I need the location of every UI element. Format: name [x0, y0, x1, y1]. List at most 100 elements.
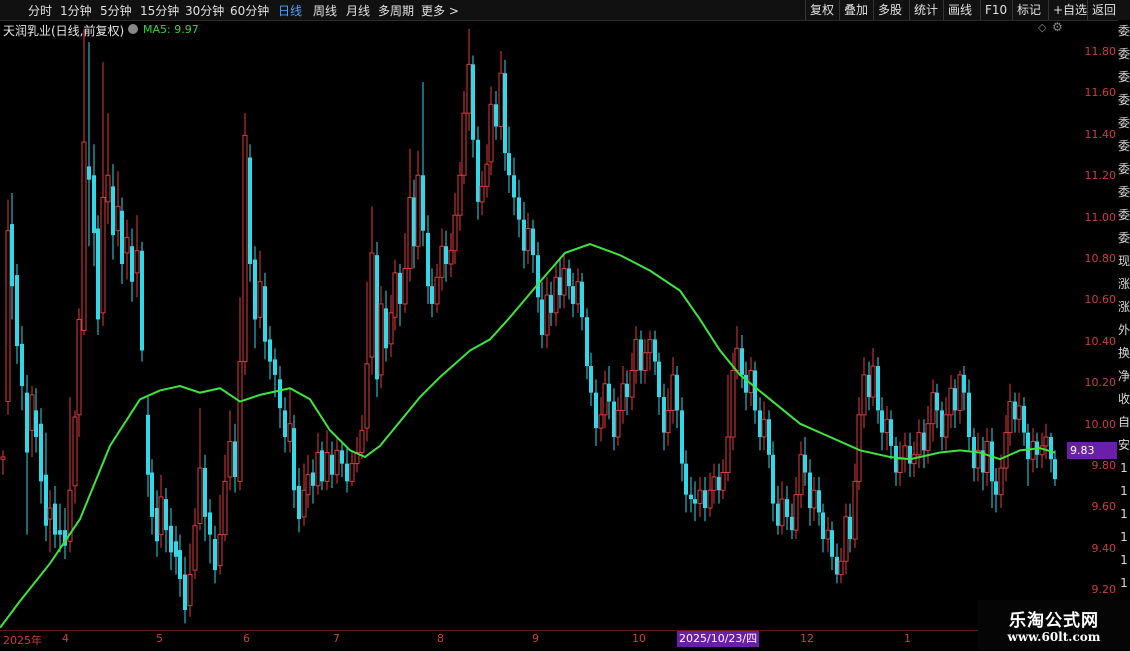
candle-body — [1039, 445, 1045, 456]
candle-body — [553, 276, 559, 314]
candle-body — [375, 255, 379, 380]
candle-body — [268, 339, 272, 362]
tool-button-4[interactable]: 画线 — [943, 0, 976, 20]
candle-body — [540, 299, 544, 335]
right-panel-glyph: 委 — [1118, 93, 1130, 107]
candle-body — [948, 387, 954, 416]
candle-body — [227, 440, 233, 478]
tool-button-6[interactable]: 标记 — [1012, 0, 1045, 20]
period-tab-4[interactable]: 30分钟 — [185, 2, 224, 19]
candle-body — [522, 219, 526, 251]
candle-body — [233, 441, 237, 477]
candle-body — [967, 392, 971, 438]
candle-body — [1016, 405, 1022, 420]
candle-body — [484, 163, 490, 187]
right-panel-glyph: 净 — [1118, 369, 1130, 383]
candle-body — [821, 512, 825, 540]
candle-body — [856, 414, 862, 482]
period-tab-7[interactable]: 周线 — [313, 2, 337, 19]
candle-body — [452, 214, 458, 252]
candle-body — [962, 374, 966, 393]
candle-body — [439, 245, 445, 278]
candle-body — [717, 476, 721, 491]
candle-body — [567, 268, 571, 287]
candle-body — [412, 197, 416, 247]
period-tab-8[interactable]: 月线 — [346, 2, 370, 19]
candle-body — [943, 414, 949, 438]
period-tab-10[interactable]: 更多 > — [421, 2, 459, 19]
candle-body — [811, 489, 817, 509]
candle-body — [345, 463, 349, 482]
candle-body — [1007, 401, 1013, 434]
x-tick-label: 1 — [904, 632, 911, 645]
candle-body — [1049, 437, 1053, 460]
period-tab-1[interactable]: 1分钟 — [60, 2, 92, 19]
period-tab-2[interactable]: 5分钟 — [100, 2, 132, 19]
kline-chart[interactable] — [0, 20, 1066, 630]
x-tick-label: 6 — [243, 632, 250, 645]
candle-body — [633, 338, 639, 371]
candle-body — [213, 539, 217, 571]
watermark-url: www.60lt.com — [1007, 630, 1101, 644]
candle-body — [758, 410, 762, 438]
tool-button-1[interactable]: 叠加 — [839, 0, 872, 20]
candle-body — [330, 454, 334, 475]
candle-body — [612, 401, 616, 438]
candle-body — [625, 383, 629, 398]
right-panel-glyph: 委 — [1118, 24, 1130, 38]
candle-body — [675, 374, 679, 411]
right-panel-glyph: 1 — [1120, 461, 1128, 475]
candle-body — [263, 286, 267, 342]
candle-body — [301, 489, 307, 518]
candle-body — [248, 157, 252, 264]
crosshair-date-label: 2025/10/23/四 — [677, 631, 760, 647]
period-tab-6[interactable]: 日线 — [278, 2, 302, 19]
candle-body — [415, 174, 421, 247]
candle-body — [105, 174, 111, 203]
candle-body — [87, 166, 91, 180]
right-panel-glyph: 1 — [1120, 484, 1128, 498]
right-panel-glyph: 委 — [1118, 208, 1130, 222]
candle-body — [305, 474, 311, 496]
tool-button-5[interactable]: F10 — [980, 0, 1011, 20]
candle-body — [488, 103, 494, 163]
period-tab-3[interactable]: 15分钟 — [140, 2, 179, 19]
tool-button-3[interactable]: 统计 — [909, 0, 942, 20]
y-tick-label: 10.00 — [1084, 417, 1117, 431]
candle-body — [58, 530, 62, 535]
candle-body — [158, 496, 164, 536]
candle-body — [120, 210, 124, 264]
candle-body — [197, 467, 203, 525]
candle-body — [925, 423, 931, 451]
candle-body — [388, 312, 394, 345]
period-tab-0[interactable]: 分时 — [28, 2, 52, 19]
period-tab-9[interactable]: 多周期 — [378, 2, 414, 19]
tool-button-2[interactable]: 多股 — [873, 0, 906, 20]
tool-button-0[interactable]: 复权 — [805, 0, 838, 20]
candle-body — [549, 295, 553, 313]
y-tick-label: 9.40 — [1091, 541, 1117, 555]
candle-body — [494, 104, 498, 127]
candle-body — [457, 174, 463, 216]
period-tab-5[interactable]: 60分钟 — [230, 2, 269, 19]
candle-body — [670, 374, 676, 411]
candle-body — [771, 454, 775, 504]
candle-body — [615, 409, 621, 438]
candle-body — [222, 480, 228, 536]
candle-body — [1053, 459, 1057, 480]
candle-body — [253, 259, 257, 320]
candle-body — [725, 436, 731, 474]
right-panel-glyph: 涨 — [1118, 300, 1130, 314]
candle-body — [998, 467, 1004, 496]
right-panel-glyph: 换 — [1118, 346, 1130, 360]
candle-body — [916, 432, 922, 456]
candle-body — [81, 141, 87, 332]
candle-body — [880, 410, 884, 433]
candle-body — [164, 499, 168, 531]
candle-body — [544, 294, 550, 336]
candle-body — [287, 423, 293, 442]
candle-body — [793, 494, 799, 531]
candle-body — [561, 267, 567, 296]
candle-body — [402, 267, 408, 305]
candle-body — [349, 463, 355, 482]
